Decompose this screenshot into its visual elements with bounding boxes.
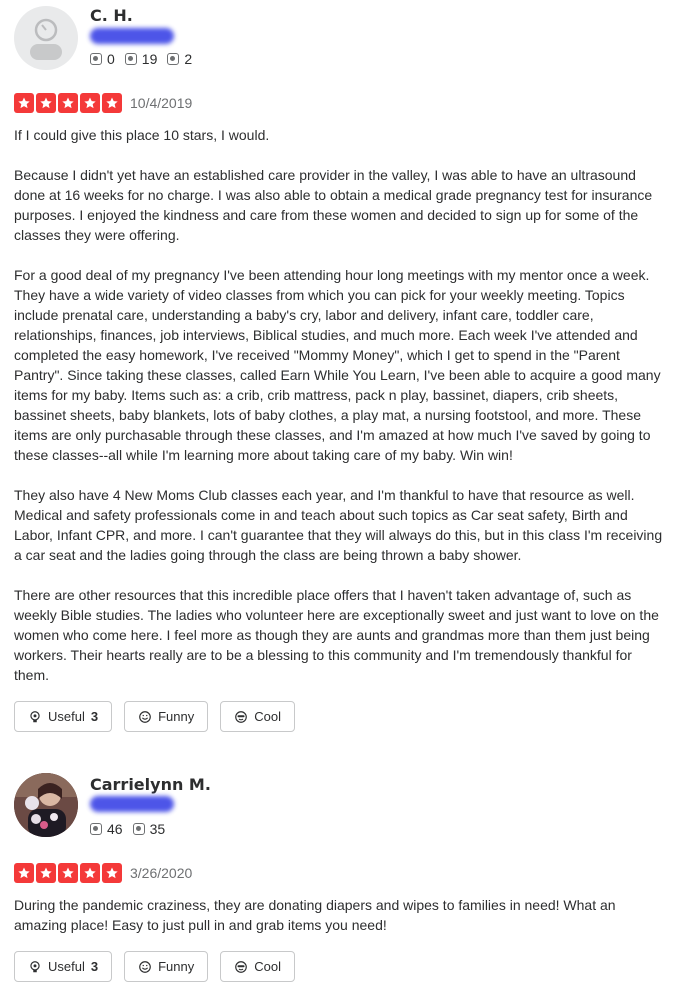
review-count-icon — [90, 823, 102, 835]
review-paragraph: Because I didn't yet have an established… — [14, 167, 653, 243]
review-count-value: 46 — [107, 821, 123, 837]
review-count-value: 0 — [107, 51, 115, 67]
star-icon — [14, 863, 34, 883]
review-paragraph: They also have 4 New Moms Club classes e… — [14, 487, 663, 563]
star-icon — [14, 93, 34, 113]
lightbulb-icon — [30, 710, 40, 722]
smile-icon — [139, 710, 151, 723]
user-location-redacted — [90, 796, 174, 812]
star-icon — [58, 863, 78, 883]
review-paragraph: For a good deal of my pregnancy I've bee… — [14, 267, 661, 463]
user-name[interactable]: C. H. — [90, 6, 133, 25]
user-name[interactable]: Carrielynn M. — [90, 775, 211, 794]
photo-count-stat: 2 — [167, 51, 192, 67]
review-count-stat: 46 — [90, 821, 123, 837]
photo-count-icon — [167, 53, 180, 65]
review-paragraph: There are other resources that this incr… — [14, 587, 659, 683]
star-count-stat: 19 — [124, 51, 158, 67]
star-icon — [102, 863, 122, 883]
star-rating — [14, 93, 122, 113]
review-paragraph: If I could give this place 10 stars, I w… — [14, 127, 270, 143]
review-count-stat: 0 — [90, 51, 115, 67]
funny-button[interactable]: Funny — [124, 701, 209, 732]
star-icon — [36, 93, 56, 113]
review-date: 10/4/2019 — [130, 95, 193, 111]
funny-label: Funny — [158, 709, 195, 724]
star-count-icon — [124, 53, 137, 65]
user-location-redacted — [90, 28, 174, 44]
review-text: During the pandemic craziness, they are … — [14, 895, 666, 955]
star-count-icon — [132, 823, 145, 835]
useful-button[interactable]: Useful 3 — [14, 701, 113, 732]
star-count-value: 35 — [149, 821, 166, 837]
star-icon — [58, 93, 78, 113]
sunglasses-icon — [235, 710, 248, 723]
rating-row: 3/26/2020 — [14, 863, 192, 883]
star-icon — [102, 93, 122, 113]
review-count-icon — [90, 53, 102, 65]
rating-row: 10/4/2019 — [14, 93, 192, 113]
useful-count: 3 — [90, 709, 99, 724]
review-text: If I could give this place 10 stars, I w… — [14, 125, 666, 705]
photo-count-value: 2 — [184, 51, 193, 67]
review-paragraph: During the pandemic craziness, they are … — [14, 897, 616, 933]
user-stats: 46 35 — [90, 821, 165, 837]
star-icon — [36, 863, 56, 883]
cool-button[interactable]: Cool — [220, 701, 295, 732]
star-count-value: 19 — [141, 51, 158, 67]
useful-label: Useful — [48, 709, 85, 724]
user-photo — [14, 773, 78, 837]
star-icon — [80, 93, 100, 113]
user-avatar[interactable] — [14, 6, 78, 70]
reaction-buttons: Useful 3 Funny Cool — [14, 701, 295, 732]
star-count-stat: 35 — [132, 821, 166, 837]
star-rating — [14, 863, 122, 883]
default-avatar-icon — [30, 18, 62, 60]
cool-label: Cool — [254, 709, 281, 724]
user-stats: 0 19 2 — [90, 51, 192, 67]
star-icon — [80, 863, 100, 883]
review-date: 3/26/2020 — [130, 865, 193, 881]
user-avatar[interactable] — [14, 773, 78, 837]
